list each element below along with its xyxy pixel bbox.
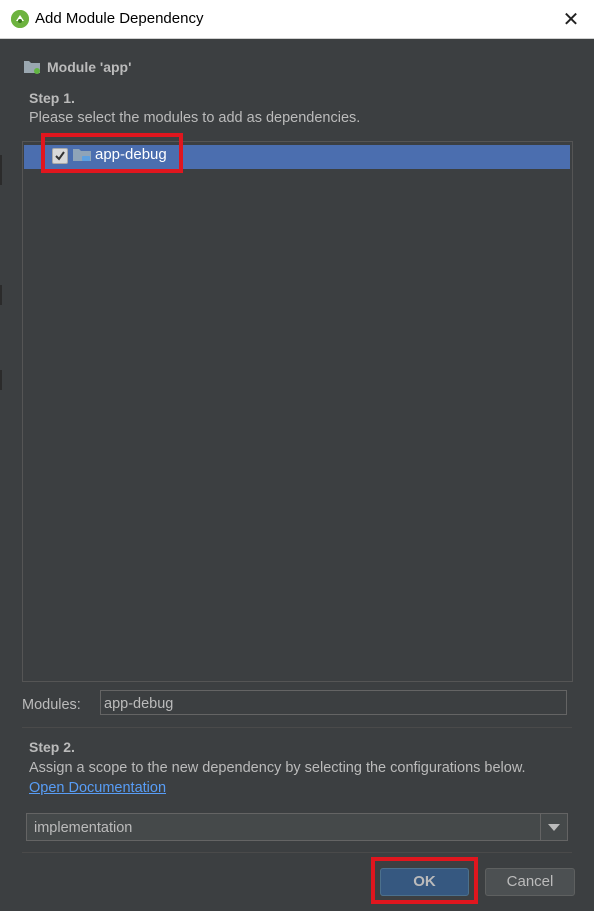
android-studio-icon	[11, 10, 29, 28]
cancel-button[interactable]: Cancel	[485, 868, 575, 896]
window-edge	[0, 370, 2, 390]
divider	[22, 727, 572, 728]
module-name: app-debug	[95, 146, 167, 163]
step1-title: Step 1.	[29, 90, 75, 106]
chevron-down-icon[interactable]	[540, 814, 567, 840]
step1-description: Please select the modules to add as depe…	[29, 110, 361, 126]
step2-description: Assign a scope to the new dependency by …	[29, 760, 526, 776]
close-icon[interactable]: ✕	[548, 0, 594, 38]
module-checkbox[interactable]	[52, 148, 68, 164]
divider	[22, 852, 572, 853]
window-edge	[0, 155, 2, 185]
modules-tree[interactable]: app-debug	[22, 141, 573, 682]
open-documentation-link[interactable]: Open Documentation	[29, 780, 166, 796]
module-folder-icon	[23, 59, 41, 80]
modules-field-label: Modules:	[22, 697, 81, 713]
window-edge	[0, 285, 2, 305]
title-bar: Add Module Dependency ✕	[0, 0, 594, 39]
ok-button[interactable]: OK	[380, 868, 469, 896]
add-module-dependency-dialog: Add Module Dependency ✕ Module 'app' Ste…	[0, 0, 594, 911]
modules-field[interactable]	[100, 690, 567, 715]
module-label: Module 'app'	[47, 59, 132, 75]
module-folder-icon	[72, 147, 92, 168]
step2-title: Step 2.	[29, 739, 75, 755]
scope-select[interactable]: implementation	[26, 813, 568, 841]
window-title: Add Module Dependency	[35, 10, 204, 27]
scope-select-value: implementation	[34, 820, 133, 836]
